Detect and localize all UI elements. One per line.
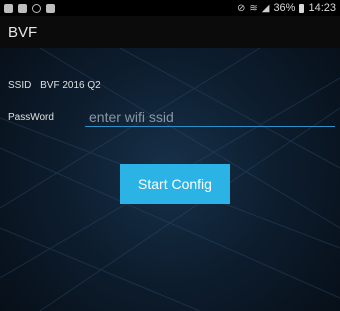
ssid-value: BVF 2016 Q2 xyxy=(40,80,101,91)
app-title: BVF xyxy=(8,23,38,41)
battery-percent: 36% xyxy=(273,2,296,14)
lock-icon xyxy=(46,3,55,13)
signal-icon: ◢ xyxy=(261,2,270,14)
status-time: 14:23 xyxy=(308,2,336,14)
ssid-row: SSID BVF 2016 Q2 xyxy=(8,80,101,91)
password-label: PassWord xyxy=(8,112,54,123)
wifi-icon xyxy=(32,3,41,13)
battery-icon xyxy=(299,3,305,13)
password-input[interactable] xyxy=(85,107,335,127)
wifi-icon: ≋ xyxy=(249,2,258,14)
status-left-icons xyxy=(0,3,55,13)
app-bar: BVF xyxy=(0,16,340,48)
alarm-icon: ⊘ xyxy=(236,2,246,14)
status-right: ⊘ ≋ ◢ 36% 14:23 xyxy=(237,2,340,14)
ssid-label: SSID xyxy=(8,80,32,91)
start-config-button[interactable]: Start Config xyxy=(120,164,230,204)
shield-icon xyxy=(4,3,13,13)
message-icon xyxy=(18,3,27,13)
app-screen: ⊘ ≋ ◢ 36% 14:23 BVF SSID BVF 2016 Q2 Pas… xyxy=(0,0,340,311)
status-bar: ⊘ ≋ ◢ 36% 14:23 xyxy=(0,0,340,16)
